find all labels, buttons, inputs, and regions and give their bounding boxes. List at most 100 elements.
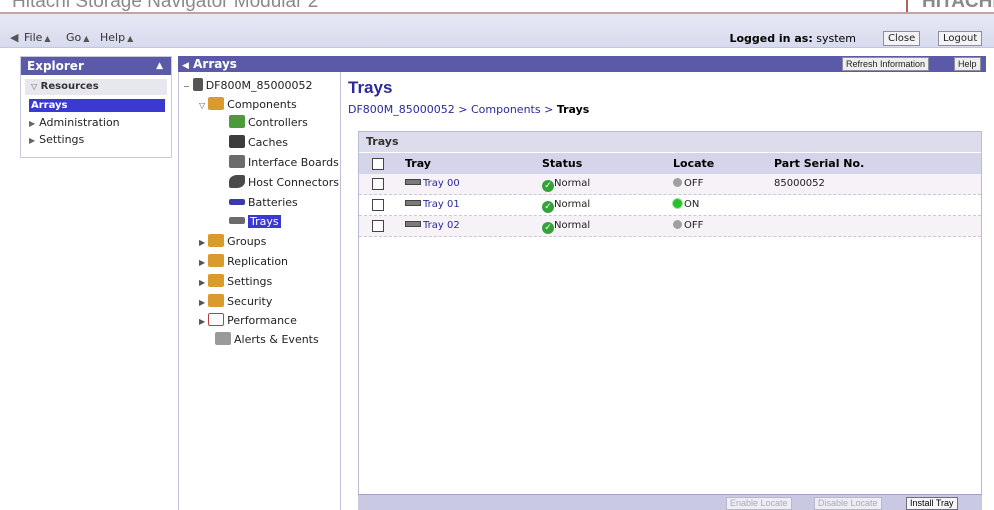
- breadcrumb-separator: >: [544, 103, 554, 116]
- menu-go-label: Go: [66, 31, 82, 44]
- array-tree: − DF800M_85000052 ▽ Components Controllers…: [178, 72, 341, 510]
- menu-file-label: File: [24, 31, 43, 44]
- row-checkbox[interactable]: [372, 220, 384, 232]
- replication-icon: [208, 254, 225, 267]
- help-button[interactable]: Help: [954, 57, 981, 71]
- performance-icon: [208, 313, 225, 326]
- page-title: Trays: [348, 78, 393, 97]
- table-header: Tray Status Locate Part Serial No.: [359, 152, 981, 174]
- tree-node-batteries[interactable]: Batteries: [229, 195, 298, 211]
- tray-icon: [405, 221, 421, 227]
- expanded-icon: ▽: [31, 82, 38, 91]
- chevron-up-icon: ▲: [83, 34, 90, 43]
- tray-link[interactable]: Tray 02: [405, 216, 460, 236]
- locate-cell: ON: [673, 195, 699, 215]
- explorer-header[interactable]: Explorer ▲: [21, 57, 171, 75]
- resources-label: Resources: [40, 81, 99, 92]
- tree-node-performance[interactable]: ▶ Performance: [199, 313, 297, 329]
- groups-icon: [208, 234, 225, 247]
- check-circle-icon: ✓: [542, 222, 554, 234]
- locate-on-icon: [673, 199, 682, 208]
- caches-icon: [229, 135, 245, 148]
- install-tray-button[interactable]: Install Tray: [906, 497, 958, 510]
- disable-locate-button[interactable]: Disable Locate: [814, 497, 882, 510]
- tray-name: Tray 02: [423, 220, 460, 231]
- tree-node-components[interactable]: ▽ Components: [199, 97, 297, 113]
- column-part-serial[interactable]: Part Serial No.: [774, 153, 864, 174]
- check-circle-icon: ✓: [542, 201, 554, 213]
- tray-link[interactable]: Tray 01: [405, 195, 460, 215]
- collapsed-icon: ▶: [29, 136, 36, 145]
- logout-button[interactable]: Logout: [938, 31, 983, 46]
- status-cell: ✓ Normal: [542, 174, 590, 194]
- resources-header[interactable]: ▽ Resources: [25, 79, 167, 95]
- tree-root-label: DF800M_85000052: [205, 79, 313, 92]
- tree-node-controllers[interactable]: Controllers: [229, 115, 308, 131]
- enable-locate-button[interactable]: Enable Locate: [726, 497, 792, 510]
- tree-settings-label: Settings: [227, 275, 273, 288]
- arrays-header: ◀ Arrays Refresh Information Help: [178, 56, 986, 72]
- menu-go[interactable]: Go ▲: [66, 31, 89, 47]
- collapsed-icon: ▶: [199, 258, 206, 267]
- tree-alerts-label: Alerts & Events: [234, 333, 319, 346]
- locate-off-icon: [673, 178, 682, 187]
- column-locate[interactable]: Locate: [673, 153, 714, 174]
- host-connector-icon: [229, 175, 245, 188]
- locate-cell: OFF: [673, 216, 703, 236]
- tree-controllers-label: Controllers: [248, 116, 308, 129]
- tree-root[interactable]: − DF800M_85000052: [183, 78, 312, 94]
- tree-node-groups[interactable]: ▶ Groups: [199, 234, 266, 250]
- expanded-icon: ▽: [199, 101, 206, 110]
- column-tray[interactable]: Tray: [405, 153, 431, 174]
- row-checkbox[interactable]: [372, 199, 384, 211]
- collapse-arrow-icon[interactable]: ◀: [10, 31, 18, 44]
- locate-text: OFF: [684, 220, 704, 231]
- sidebar-item-label: Settings: [39, 133, 85, 146]
- brand-logo: HITACHI: [922, 0, 994, 12]
- login-status: Logged in as: system: [729, 32, 856, 45]
- breadcrumb-components[interactable]: Components: [471, 103, 541, 116]
- components-icon: [208, 97, 225, 110]
- menu-help[interactable]: Help ▲: [100, 31, 133, 47]
- tree-node-replication[interactable]: ▶ Replication: [199, 254, 288, 270]
- tree-node-interface-boards[interactable]: Interface Boards: [229, 155, 339, 171]
- tree-node-alerts-events[interactable]: Alerts & Events: [215, 332, 319, 348]
- tray-name: Tray 01: [423, 199, 460, 210]
- title-divider: [906, 0, 908, 12]
- menu-file[interactable]: File ▲: [24, 31, 51, 47]
- sidebar-item-settings[interactable]: ▶ Settings: [29, 131, 171, 148]
- tray-link[interactable]: Tray 00: [405, 174, 460, 194]
- tree-node-caches[interactable]: Caches: [229, 135, 288, 151]
- status-text: Normal: [554, 199, 591, 210]
- tree-node-trays[interactable]: Trays: [229, 214, 281, 230]
- status-cell: ✓ Normal: [542, 195, 590, 215]
- tree-node-settings[interactable]: ▶ Settings: [199, 274, 272, 290]
- breadcrumb-root[interactable]: DF800M_85000052: [348, 103, 455, 116]
- title-bar: Hitachi Storage Navigator Modular 2 HITA…: [0, 0, 994, 12]
- storage-array-icon: [192, 78, 203, 91]
- tree-batteries-label: Batteries: [248, 196, 298, 209]
- tree-performance-label: Performance: [227, 314, 297, 327]
- tree-node-security[interactable]: ▶ Security: [199, 294, 272, 310]
- tree-node-host-connectors[interactable]: Host Connectors: [229, 175, 339, 191]
- column-status[interactable]: Status: [542, 153, 582, 174]
- tree-caches-label: Caches: [248, 136, 288, 149]
- close-button[interactable]: Close: [883, 31, 921, 46]
- check-circle-icon: ✓: [542, 180, 554, 192]
- status-text: Normal: [554, 178, 591, 189]
- sidebar-item-arrays[interactable]: Arrays: [29, 99, 165, 112]
- menu-help-label: Help: [100, 31, 126, 44]
- table-row: Tray 01 ✓ Normal ON: [359, 195, 981, 216]
- collapse-up-icon[interactable]: ▲: [156, 57, 163, 75]
- tree-replication-label: Replication: [227, 255, 289, 268]
- menu-bar: ◀ File ▲ Go ▲ Help ▲ Logged in as: system C…: [0, 14, 994, 48]
- back-arrow-icon[interactable]: ◀: [182, 61, 189, 71]
- tree-security-label: Security: [227, 295, 273, 308]
- row-checkbox[interactable]: [372, 178, 384, 190]
- select-all-checkbox[interactable]: [372, 158, 384, 170]
- refresh-information-button[interactable]: Refresh Information: [842, 57, 930, 71]
- serial-cell: 85000052: [774, 178, 825, 189]
- sidebar-item-administration[interactable]: ▶ Administration: [29, 114, 171, 131]
- tree-host-connectors-label: Host Connectors: [248, 176, 340, 189]
- table-action-bar: Enable Locate Disable Locate Install Tra…: [358, 494, 982, 510]
